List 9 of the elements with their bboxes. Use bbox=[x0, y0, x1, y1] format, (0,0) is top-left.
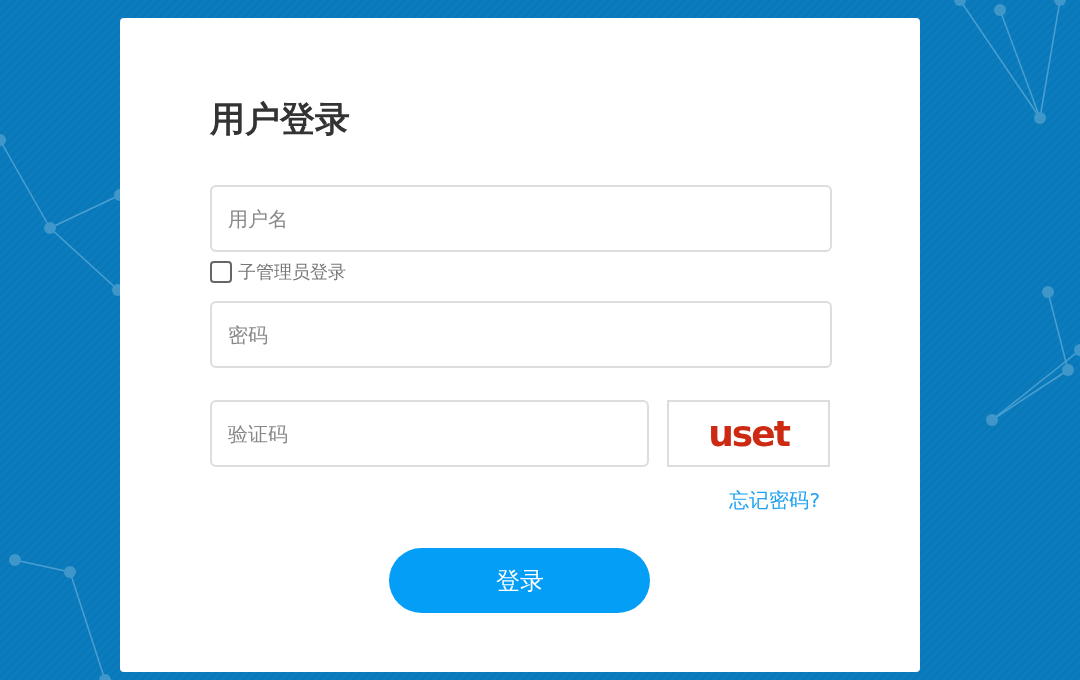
checkbox[interactable] bbox=[210, 261, 232, 283]
login-button[interactable]: 登录 bbox=[389, 548, 650, 613]
captcha-field[interactable]: 验证码 bbox=[210, 400, 649, 467]
checkbox-label: 子管理员登录 bbox=[238, 260, 346, 284]
forgot-password-link[interactable]: 忘记密码? bbox=[729, 487, 820, 514]
username-field[interactable]: 用户名 bbox=[210, 185, 832, 252]
password-field[interactable]: 密码 bbox=[210, 301, 832, 368]
form-title: 用户登录 bbox=[210, 102, 351, 141]
captcha-image[interactable]: uset bbox=[667, 400, 830, 467]
